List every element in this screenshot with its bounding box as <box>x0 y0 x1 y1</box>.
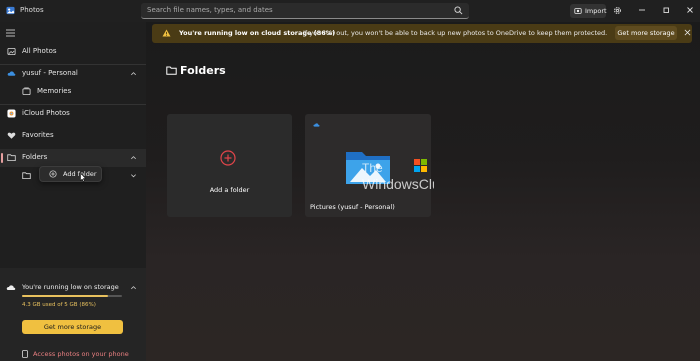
cloud-icon <box>313 123 320 127</box>
import-icon <box>574 8 582 14</box>
phone-icon <box>22 350 28 358</box>
icloud-icon <box>7 109 16 118</box>
cloud-icon <box>6 285 16 290</box>
search-box[interactable]: Search file names, types, and dates <box>141 3 469 19</box>
get-more-storage-button[interactable]: Get more storage <box>22 320 123 334</box>
storage-warning-banner: You're running low on cloud storage (86%… <box>152 24 692 43</box>
sidebar-item-onedrive-personal[interactable]: yusuf - Personal <box>0 65 146 83</box>
add-circle-icon <box>49 170 57 178</box>
photos-app-icon <box>6 6 15 15</box>
maximize-icon[interactable] <box>661 5 671 15</box>
plus-icon <box>220 150 236 166</box>
watermark-logo: The WindowsClub <box>362 159 434 192</box>
sidebar-item-all-photos[interactable]: All Photos <box>0 43 146 61</box>
app-title: Photos <box>20 6 44 14</box>
minimize-icon[interactable] <box>637 5 647 15</box>
storage-title: You're running low on storage <box>22 283 119 291</box>
close-window-icon[interactable] <box>685 5 695 15</box>
pictures-folder-tile[interactable]: The WindowsClub Pictures (yusuf - Person… <box>305 114 434 217</box>
close-icon[interactable] <box>684 29 691 36</box>
title-bar: Photos Search file names, types, and dat… <box>0 0 700 22</box>
folder-icon <box>22 172 31 180</box>
mouse-cursor-icon <box>80 173 86 182</box>
sidebar-item-memories[interactable]: Memories <box>0 83 146 101</box>
sidebar-item-folders[interactable]: Folders <box>0 149 146 167</box>
storage-progress-bar <box>22 295 122 297</box>
chevron-up-icon[interactable] <box>130 70 137 77</box>
import-label: Import <box>585 7 607 15</box>
sidebar-item-icloud-photos[interactable]: iCloud Photos <box>0 105 146 123</box>
svg-text:The: The <box>362 161 383 175</box>
heart-icon <box>7 132 16 139</box>
svg-text:WindowsClub: WindowsClub <box>362 176 434 192</box>
access-photos-phone-link[interactable]: Access photos on your phone <box>33 350 129 358</box>
sidebar-item-label: Folders <box>22 153 48 161</box>
add-folder-popup[interactable]: Add folder <box>39 166 102 182</box>
storage-progress-fill <box>22 295 108 297</box>
sidebar-item-favorites[interactable]: Favorites <box>0 127 146 145</box>
storage-detail: 4.3 GB used of 5 GB (86%) <box>22 302 96 308</box>
sidebar: All Photos yusuf - Personal Memories iCl… <box>0 22 146 361</box>
chevron-up-icon[interactable] <box>130 154 137 161</box>
photos-icon <box>7 47 16 56</box>
hamburger-menu-icon[interactable] <box>6 29 15 37</box>
sidebar-item-label: All Photos <box>22 47 57 55</box>
chevron-down-icon[interactable] <box>130 172 137 179</box>
sidebar-item-label: iCloud Photos <box>22 109 70 117</box>
sidebar-item-label: Favorites <box>22 131 54 139</box>
folder-icon <box>7 154 16 162</box>
cloud-icon <box>7 71 16 76</box>
main-content: You're running low on cloud storage (86%… <box>146 22 700 361</box>
selected-indicator <box>1 153 3 163</box>
storage-panel: You're running low on storage 4.3 GB use… <box>0 268 146 361</box>
page-title: Folders <box>180 64 226 77</box>
import-button[interactable]: Import <box>570 4 607 18</box>
sidebar-item-label: Memories <box>37 87 72 95</box>
sidebar-item-label: yusuf - Personal <box>22 69 78 77</box>
search-icon[interactable] <box>454 6 463 15</box>
folder-icon <box>166 66 177 75</box>
banner-get-more-storage-button[interactable]: Get more storage <box>615 26 677 40</box>
add-folder-tile[interactable]: Add a folder <box>167 114 292 217</box>
warning-icon <box>162 29 171 37</box>
pictures-folder-label: Pictures (yusuf - Personal) <box>310 203 395 211</box>
banner-message: If you run out, you won't be able to bac… <box>303 29 608 37</box>
search-input[interactable]: Search file names, types, and dates <box>147 6 273 14</box>
gear-icon[interactable] <box>613 6 622 15</box>
memories-icon <box>22 87 31 96</box>
add-folder-tile-label: Add a folder <box>209 186 250 194</box>
chevron-up-icon[interactable] <box>130 284 137 291</box>
